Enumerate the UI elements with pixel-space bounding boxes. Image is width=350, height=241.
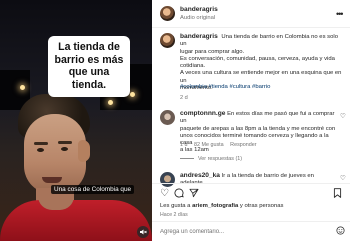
add-comment-bar <box>152 221 350 241</box>
speaker-muted-icon <box>140 229 147 235</box>
mouth <box>42 177 62 183</box>
liked-by-suffix: y otras personas <box>239 203 284 209</box>
eyebrow <box>34 142 48 145</box>
mute-button[interactable] <box>137 226 149 238</box>
caption-line: lugar para comprar algo. <box>180 48 245 55</box>
replies-divider <box>180 158 194 160</box>
liked-by-user[interactable]: ariem_fotografia <box>192 203 238 209</box>
street-light <box>108 100 113 105</box>
commenter-username[interactable]: andres20_ka <box>180 172 220 179</box>
post-side-panel: banderagris Audio original ••• banderagr… <box>152 0 350 241</box>
bookmark-icon[interactable] <box>333 188 342 201</box>
add-comment-input[interactable] <box>160 227 310 237</box>
more-options-icon[interactable]: ••• <box>336 9 344 19</box>
reel-video[interactable]: La tienda de barrio es más que una tiend… <box>0 0 152 241</box>
author-avatar[interactable] <box>160 6 175 21</box>
like-comment-heart-icon[interactable]: ♡ <box>340 112 346 120</box>
emoji-icon[interactable] <box>336 226 345 237</box>
liked-by-prefix: Les gusta a <box>160 203 191 209</box>
person-shirt <box>0 200 152 241</box>
caption-hashtags[interactable]: #colombia #tienda #cultura #barrio <box>180 84 270 90</box>
share-icon[interactable] <box>189 188 199 201</box>
like-comment-heart-icon[interactable]: ♡ <box>340 174 346 182</box>
comment-likes[interactable]: 82 Me gusta <box>194 142 224 148</box>
eye <box>61 147 68 151</box>
reply-button[interactable]: Responder <box>230 142 256 148</box>
comment-line: a las 12am <box>180 147 209 154</box>
eye <box>37 148 44 152</box>
comment-icon[interactable] <box>174 188 184 201</box>
comment-time: 1 d <box>180 142 188 148</box>
post-date: Hace 2 días <box>160 212 188 218</box>
video-subtitle: Una cosa de Colombia que <box>51 185 135 194</box>
comment-line: paquete de arepas a las 8pm a la tienda … <box>180 125 336 132</box>
caption-line: cotidiana. <box>180 63 206 70</box>
post-header: banderagris Audio original ••• <box>152 0 350 28</box>
caption-time: 2 d <box>180 95 188 101</box>
view-replies-label: Ver respuestas (1) <box>198 156 243 162</box>
video-overlay-caption: La tienda de barrio es más que una tiend… <box>48 36 130 97</box>
street-light <box>20 85 25 90</box>
caption-username[interactable]: banderagris <box>180 33 218 40</box>
like-heart-icon[interactable]: ♡ <box>160 188 169 199</box>
post-actions-bar: ♡ Les gusta a ariem_fotografia y otras p… <box>152 183 350 221</box>
comment-text: comptonnn.ge En estos días me pasó que f… <box>180 110 338 155</box>
caption-line: A veces una cultura se entiende mejor en… <box>180 70 342 84</box>
caption-author-avatar[interactable] <box>160 33 175 48</box>
author-username[interactable]: banderagris <box>180 6 218 13</box>
commenter-username[interactable]: comptonnn.ge <box>180 110 225 117</box>
audio-label[interactable]: Audio original <box>180 15 215 21</box>
caption-line: Es conversación, comunidad, pausa, cerve… <box>180 55 335 62</box>
instagram-post-view: La tienda de barrio es más que una tiend… <box>0 0 350 241</box>
commenter-avatar[interactable] <box>160 110 175 125</box>
view-replies-button[interactable]: Ver respuestas (1) <box>180 156 242 162</box>
comment-meta: 1 d 82 Me gusta Responder <box>180 142 262 148</box>
liked-by-summary[interactable]: Les gusta a ariem_fotografia y otras per… <box>160 203 283 209</box>
street-light <box>130 92 135 97</box>
person-ear <box>78 140 90 162</box>
eyebrow <box>58 141 72 144</box>
